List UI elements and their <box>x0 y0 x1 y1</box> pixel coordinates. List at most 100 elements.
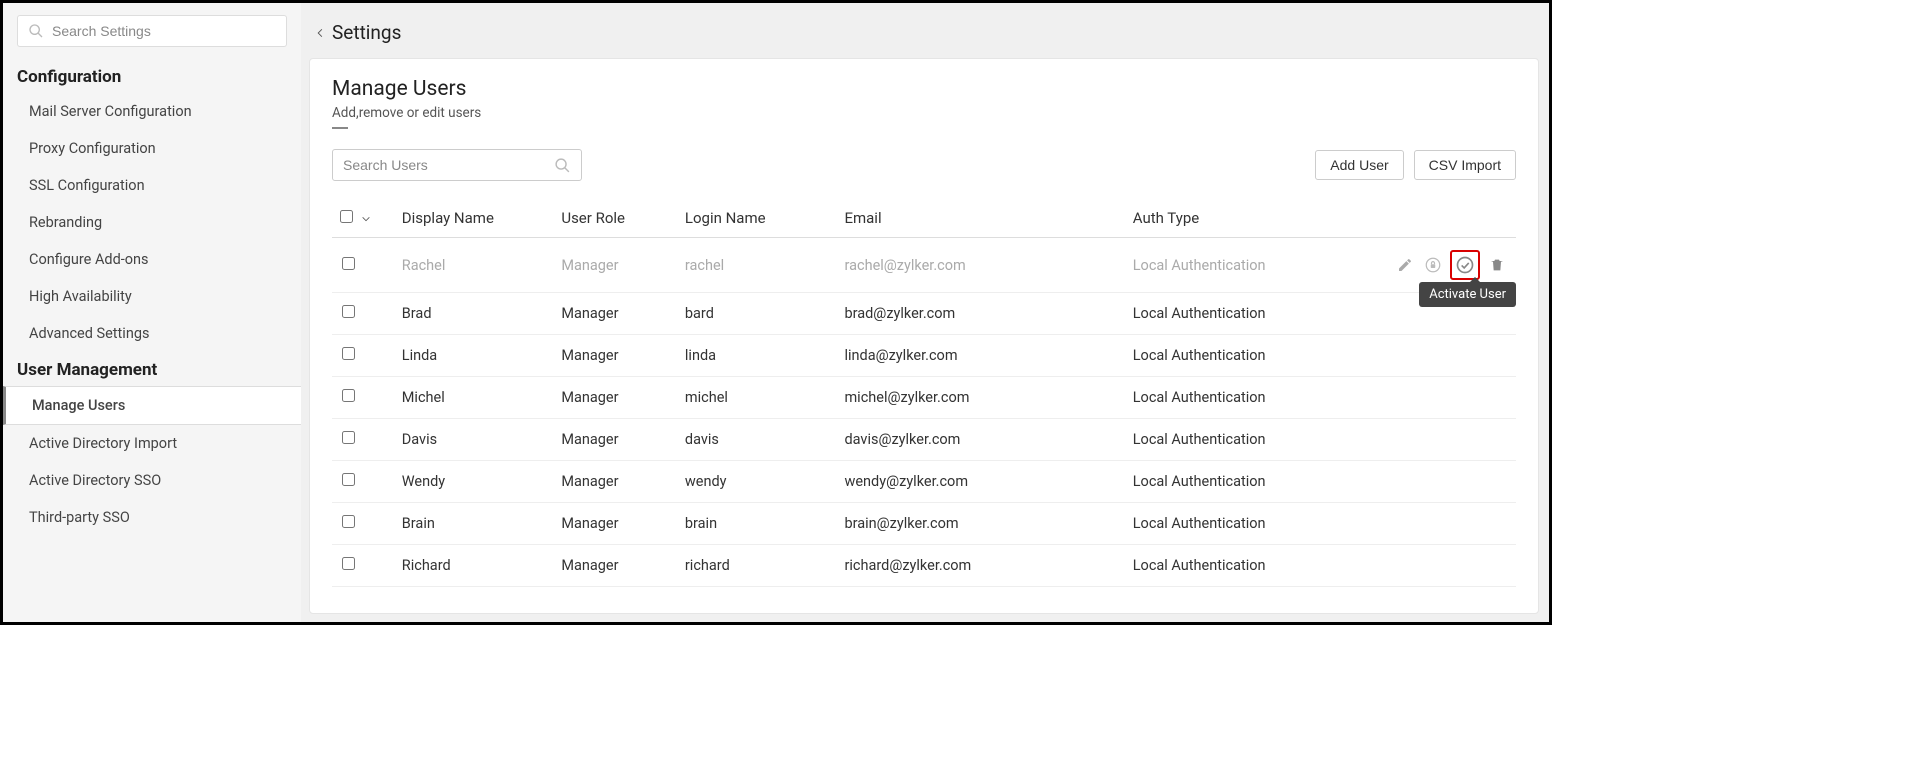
cell-auth-type: Local Authentication <box>1125 419 1352 461</box>
cell-login-name: wendy <box>677 461 837 503</box>
cell-login-name: rachel <box>677 238 837 293</box>
cell-display-name: Rachel <box>394 238 554 293</box>
sidebar-section-title: Configuration <box>3 59 301 93</box>
search-settings-box[interactable] <box>17 15 287 47</box>
activate-user-highlight <box>1450 250 1480 280</box>
cell-login-name: davis <box>677 419 837 461</box>
cell-auth-type: Local Authentication <box>1125 503 1352 545</box>
cell-email: michel@zylker.com <box>836 377 1124 419</box>
users-table: Display Name User Role Login Name Email … <box>332 199 1516 587</box>
table-row: WendyManagerwendywendy@zylker.comLocal A… <box>332 461 1516 503</box>
row-checkbox[interactable] <box>342 431 355 444</box>
cell-display-name: Davis <box>394 419 554 461</box>
manage-users-panel: Manage Users Add,remove or edit users Ad… <box>309 58 1539 614</box>
table-row: BrainManagerbrainbrain@zylker.comLocal A… <box>332 503 1516 545</box>
table-row: LindaManagerlindalinda@zylker.comLocal A… <box>332 335 1516 377</box>
cell-login-name: bard <box>677 293 837 335</box>
select-all-checkbox[interactable] <box>340 210 353 223</box>
cell-email: richard@zylker.com <box>836 545 1124 587</box>
edit-icon[interactable] <box>1394 254 1416 276</box>
cell-user-role: Manager <box>553 238 677 293</box>
search-icon <box>554 157 571 174</box>
sidebar-item[interactable]: Active Directory SSO <box>3 462 301 499</box>
cell-email: davis@zylker.com <box>836 419 1124 461</box>
breadcrumb[interactable]: Settings <box>309 11 1539 58</box>
cell-user-role: Manager <box>553 419 677 461</box>
cell-email: wendy@zylker.com <box>836 461 1124 503</box>
sidebar-item[interactable]: Active Directory Import <box>3 425 301 462</box>
sidebar-section-title: User Management <box>3 352 301 386</box>
cell-display-name: Brain <box>394 503 554 545</box>
cell-user-role: Manager <box>553 461 677 503</box>
cell-login-name: brain <box>677 503 837 545</box>
cell-login-name: richard <box>677 545 837 587</box>
sidebar-item[interactable]: Third-party SSO <box>3 499 301 536</box>
col-email[interactable]: Email <box>836 199 1124 238</box>
cell-user-role: Manager <box>553 503 677 545</box>
cell-auth-type: Local Authentication <box>1125 293 1352 335</box>
cell-email: brain@zylker.com <box>836 503 1124 545</box>
cell-user-role: Manager <box>553 335 677 377</box>
col-auth-type[interactable]: Auth Type <box>1125 199 1352 238</box>
cell-auth-type: Local Authentication <box>1125 335 1352 377</box>
sidebar-item[interactable]: High Availability <box>3 278 301 315</box>
toolbar: Add User CSV Import <box>332 149 1516 181</box>
cell-user-role: Manager <box>553 545 677 587</box>
panel-title: Manage Users <box>332 77 1516 101</box>
cell-login-name: linda <box>677 335 837 377</box>
csv-import-button[interactable]: CSV Import <box>1414 150 1516 180</box>
col-user-role[interactable]: User Role <box>553 199 677 238</box>
cell-user-role: Manager <box>553 293 677 335</box>
cell-display-name: Richard <box>394 545 554 587</box>
add-user-button[interactable]: Add User <box>1315 150 1403 180</box>
sidebar-item[interactable]: Mail Server Configuration <box>3 93 301 130</box>
table-header-row: Display Name User Role Login Name Email … <box>332 199 1516 238</box>
cell-display-name: Linda <box>394 335 554 377</box>
cell-email: rachel@zylker.com <box>836 238 1124 293</box>
search-users-input[interactable] <box>343 157 554 173</box>
cell-login-name: michel <box>677 377 837 419</box>
search-icon <box>28 23 44 39</box>
table-row: RachelManagerrachelrachel@zylker.comLoca… <box>332 238 1516 293</box>
sidebar-item[interactable]: Configure Add-ons <box>3 241 301 278</box>
sidebar-item[interactable]: Advanced Settings <box>3 315 301 352</box>
cell-display-name: Brad <box>394 293 554 335</box>
sidebar-item[interactable]: Rebranding <box>3 204 301 241</box>
title-underline <box>332 127 348 129</box>
cell-auth-type: Local Authentication <box>1125 461 1352 503</box>
table-row: DavisManagerdavisdavis@zylker.comLocal A… <box>332 419 1516 461</box>
row-checkbox[interactable] <box>342 473 355 486</box>
cell-email: linda@zylker.com <box>836 335 1124 377</box>
sidebar-item[interactable]: Proxy Configuration <box>3 130 301 167</box>
cell-auth-type: Local Authentication <box>1125 545 1352 587</box>
search-settings-input[interactable] <box>52 23 276 39</box>
table-row: BradManagerbardbrad@zylker.comLocal Auth… <box>332 293 1516 335</box>
row-checkbox[interactable] <box>342 305 355 318</box>
cell-auth-type: Local Authentication <box>1125 238 1352 293</box>
col-display-name[interactable]: Display Name <box>394 199 554 238</box>
row-checkbox[interactable] <box>342 515 355 528</box>
delete-icon[interactable] <box>1486 254 1508 276</box>
lock-icon[interactable] <box>1422 254 1444 276</box>
row-checkbox[interactable] <box>342 257 355 270</box>
row-checkbox[interactable] <box>342 557 355 570</box>
panel-subtitle: Add,remove or edit users <box>332 105 1516 121</box>
sidebar: ConfigurationMail Server ConfigurationPr… <box>3 3 301 622</box>
cell-display-name: Wendy <box>394 461 554 503</box>
chevron-down-icon[interactable] <box>361 214 371 224</box>
sidebar-item[interactable]: SSL Configuration <box>3 167 301 204</box>
row-checkbox[interactable] <box>342 347 355 360</box>
sidebar-item[interactable]: Manage Users <box>3 386 301 425</box>
cell-user-role: Manager <box>553 377 677 419</box>
activate-user-tooltip: Activate User <box>1419 282 1516 307</box>
col-login-name[interactable]: Login Name <box>677 199 837 238</box>
search-users-box[interactable] <box>332 149 582 181</box>
main-area: Settings Manage Users Add,remove or edit… <box>301 3 1549 622</box>
activate-user-icon[interactable] <box>1454 254 1476 276</box>
cell-display-name: Michel <box>394 377 554 419</box>
row-checkbox[interactable] <box>342 389 355 402</box>
table-row: MichelManagermichelmichel@zylker.comLoca… <box>332 377 1516 419</box>
chevron-left-icon <box>315 25 326 41</box>
breadcrumb-label: Settings <box>332 21 401 44</box>
cell-email: brad@zylker.com <box>836 293 1124 335</box>
